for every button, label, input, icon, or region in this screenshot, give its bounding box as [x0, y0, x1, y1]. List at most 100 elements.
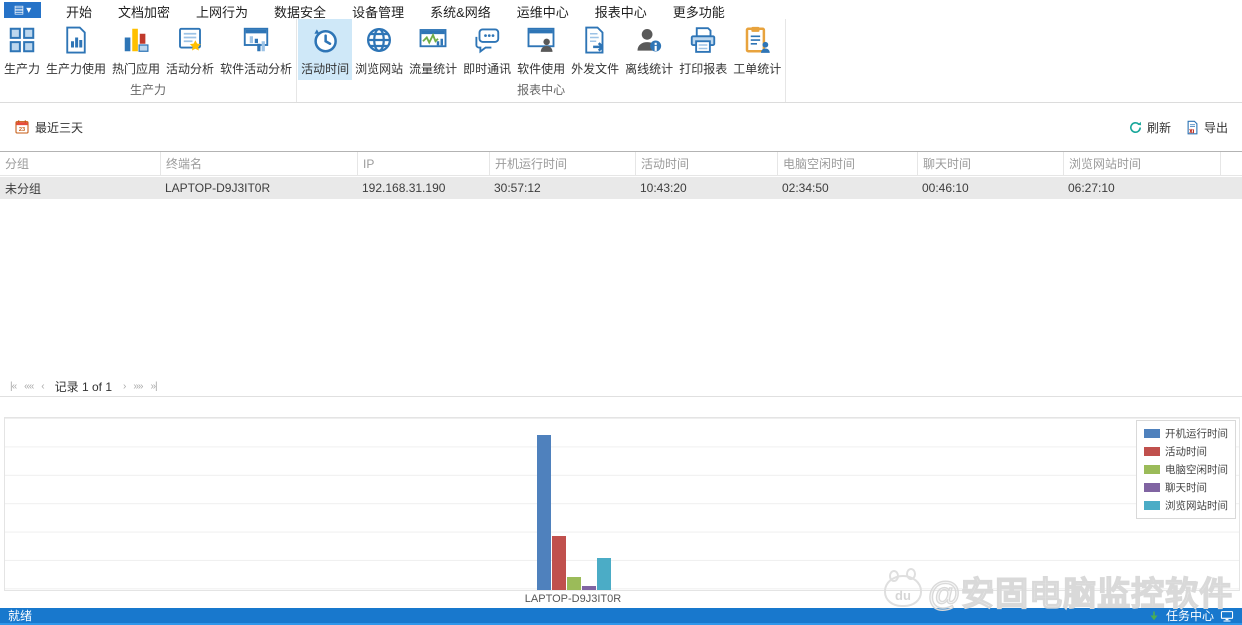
- first-record-button[interactable]: |«: [6, 381, 20, 392]
- refresh-button[interactable]: 刷新: [1128, 119, 1171, 136]
- ribbon-item-browse-websites[interactable]: 浏览网站: [352, 19, 406, 80]
- legend-swatch: [1144, 447, 1160, 456]
- ribbon-item-software-activity-analysis[interactable]: 软件活动分析: [217, 19, 295, 80]
- ribbon-item-label: 生产力: [4, 62, 41, 76]
- ribbon-item-label: 浏览网站: [355, 62, 404, 76]
- task-center-button[interactable]: 任务中心: [1166, 607, 1214, 624]
- chart-category-label: LAPTOP-D9J3IT0R: [524, 593, 622, 605]
- column-header-idle-time[interactable]: 电脑空闲时间: [777, 152, 917, 175]
- ribbon-item-label: 生产力使用: [46, 62, 107, 76]
- ribbon-item-work-order-stats[interactable]: 工单统计: [730, 19, 784, 80]
- export-button[interactable]: 导出: [1185, 119, 1228, 136]
- cell-chat-time: 00:46:10: [922, 181, 969, 195]
- ribbon-item-instant-messaging[interactable]: 即时通讯: [460, 19, 514, 80]
- legend-swatch: [1144, 501, 1160, 510]
- next-page-button[interactable]: »»: [129, 381, 146, 392]
- legend-label: 浏览网站时间: [1165, 500, 1228, 512]
- ribbon-item-activity-analysis[interactable]: 活动分析: [163, 19, 217, 80]
- ribbon-item-productivity[interactable]: 生产力: [1, 19, 43, 80]
- app-window: ▤ ▾ 开始 文档加密 上网行为 数据安全 设备管理 系统&网络 运维中心 报表…: [0, 0, 1242, 625]
- ribbon-item-offline-stats[interactable]: 离线统计: [622, 19, 676, 80]
- last-record-button[interactable]: »|: [146, 381, 160, 392]
- chart-legend: 开机运行时间 活动时间电脑空闲时间聊天时间浏览网站时间: [1136, 420, 1236, 519]
- refresh-icon: [1128, 120, 1143, 135]
- column-header-active-time[interactable]: 活动时间: [635, 152, 777, 175]
- column-header-boot-runtime[interactable]: 开机运行时间: [489, 152, 635, 175]
- chart-plot-area: [5, 418, 1239, 590]
- column-header-ip[interactable]: IP: [357, 152, 489, 175]
- legend-item: 聊天时间: [1144, 480, 1228, 495]
- legend-label: 活动时间: [1165, 446, 1207, 458]
- chart-bar: [597, 557, 611, 590]
- column-header-spacer: [1220, 152, 1242, 175]
- legend-item: 电脑空闲时间: [1144, 462, 1228, 477]
- ribbon-item-label: 工单统计: [733, 62, 782, 76]
- ribbon-item-label: 打印报表: [679, 62, 728, 76]
- chart-bar: [582, 586, 596, 590]
- legend-label: 开机运行时间: [1165, 428, 1228, 440]
- ribbon-item-label: 离线统计: [625, 62, 674, 76]
- column-header-terminal-name[interactable]: 终端名: [160, 152, 357, 175]
- legend-swatch: [1144, 465, 1160, 474]
- cell-idle-time: 02:34:50: [782, 181, 829, 195]
- menu-bar: ▤ ▾ 开始 文档加密 上网行为 数据安全 设备管理 系统&网络 运维中心 报表…: [0, 0, 1242, 24]
- date-range-label: 最近三天: [35, 120, 84, 135]
- legend-label: 电脑空闲时间: [1165, 464, 1228, 476]
- table-header: 分组 终端名 IP 开机运行时间 活动时间 电脑空闲时间 聊天时间 浏览网站时间: [0, 152, 1242, 176]
- column-header-browse-time[interactable]: 浏览网站时间: [1063, 152, 1220, 175]
- ribbon-group-label: 生产力: [130, 83, 167, 97]
- export-label: 导出: [1203, 120, 1228, 135]
- window-user-icon: [526, 25, 556, 55]
- globe-icon: [364, 25, 394, 55]
- monitor-icon[interactable]: [1220, 609, 1234, 623]
- prev-record-button[interactable]: ‹: [37, 381, 47, 392]
- column-header-group[interactable]: 分组: [0, 152, 160, 175]
- document-arrow-icon: [580, 25, 610, 55]
- prev-page-button[interactable]: ««: [20, 381, 37, 392]
- ribbon-item-label: 活动分析: [166, 62, 215, 76]
- cell-ip: 192.168.31.190: [362, 181, 446, 195]
- table-row[interactable]: 未分组 LAPTOP-D9J3IT0R 192.168.31.190 30:57…: [0, 177, 1242, 199]
- window-chart-icon: [241, 25, 271, 55]
- ribbon-item-traffic-stats[interactable]: 流量统计: [406, 19, 460, 80]
- ribbon-item-label: 即时通讯: [463, 62, 512, 76]
- legend-swatch: [1144, 483, 1160, 492]
- ribbon-item-label: 外发文件: [571, 62, 620, 76]
- ribbon-item-outgoing-files[interactable]: 外发文件: [568, 19, 622, 80]
- chart-bars: [5, 418, 1143, 590]
- ribbon-item-software-usage[interactable]: 软件使用: [514, 19, 568, 80]
- colored-bars-icon: [121, 25, 151, 55]
- ribbon-item-label: 软件使用: [517, 62, 566, 76]
- next-record-button[interactable]: ›: [119, 381, 129, 392]
- calendar-icon: 23: [14, 119, 30, 135]
- ribbon-item-label: 软件活动分析: [220, 62, 293, 76]
- ribbon-group-productivity: 生产力 生产力使用 热门应用 活动分析 软件活动分析 生产力: [0, 19, 298, 102]
- document-star-icon: [175, 25, 205, 55]
- app-menu-button[interactable]: ▤ ▾: [4, 2, 41, 18]
- ribbon-item-print-report[interactable]: 打印报表: [676, 19, 730, 80]
- chart-bar: [567, 577, 581, 590]
- export-icon: [1185, 120, 1200, 135]
- app-icon: ▤: [13, 3, 25, 16]
- ribbon-item-label: 热门应用: [112, 62, 161, 76]
- legend-item: 浏览网站时间: [1144, 498, 1228, 513]
- ribbon-item-activity-time[interactable]: 活动时间: [298, 19, 353, 80]
- column-header-chat-time[interactable]: 聊天时间: [917, 152, 1063, 175]
- status-bar: 就绪 任务中心: [0, 608, 1242, 625]
- ribbon-item-hot-apps[interactable]: 热门应用: [109, 19, 163, 80]
- cell-terminal-name: LAPTOP-D9J3IT0R: [165, 181, 271, 195]
- status-text: 就绪: [8, 609, 33, 623]
- cell-spacer: [1220, 177, 1242, 199]
- date-range-filter[interactable]: 23 最近三天: [14, 119, 83, 136]
- cell-browse-time: 06:27:10: [1068, 181, 1115, 195]
- record-count-label: 记录 1 of 1: [54, 379, 112, 394]
- ribbon-item-productivity-usage[interactable]: 生产力使用: [43, 19, 109, 80]
- chart-bar: [537, 435, 551, 590]
- clock-history-icon: [310, 25, 340, 55]
- refresh-label: 刷新: [1146, 120, 1171, 135]
- document-chart-icon: [61, 25, 91, 55]
- filter-toolbar: 23 最近三天 刷新 导出: [0, 104, 1242, 150]
- ribbon-item-label: 活动时间: [301, 62, 350, 76]
- green-down-arrow-icon: [1148, 610, 1160, 622]
- legend-item: 开机运行时间: [1144, 426, 1228, 441]
